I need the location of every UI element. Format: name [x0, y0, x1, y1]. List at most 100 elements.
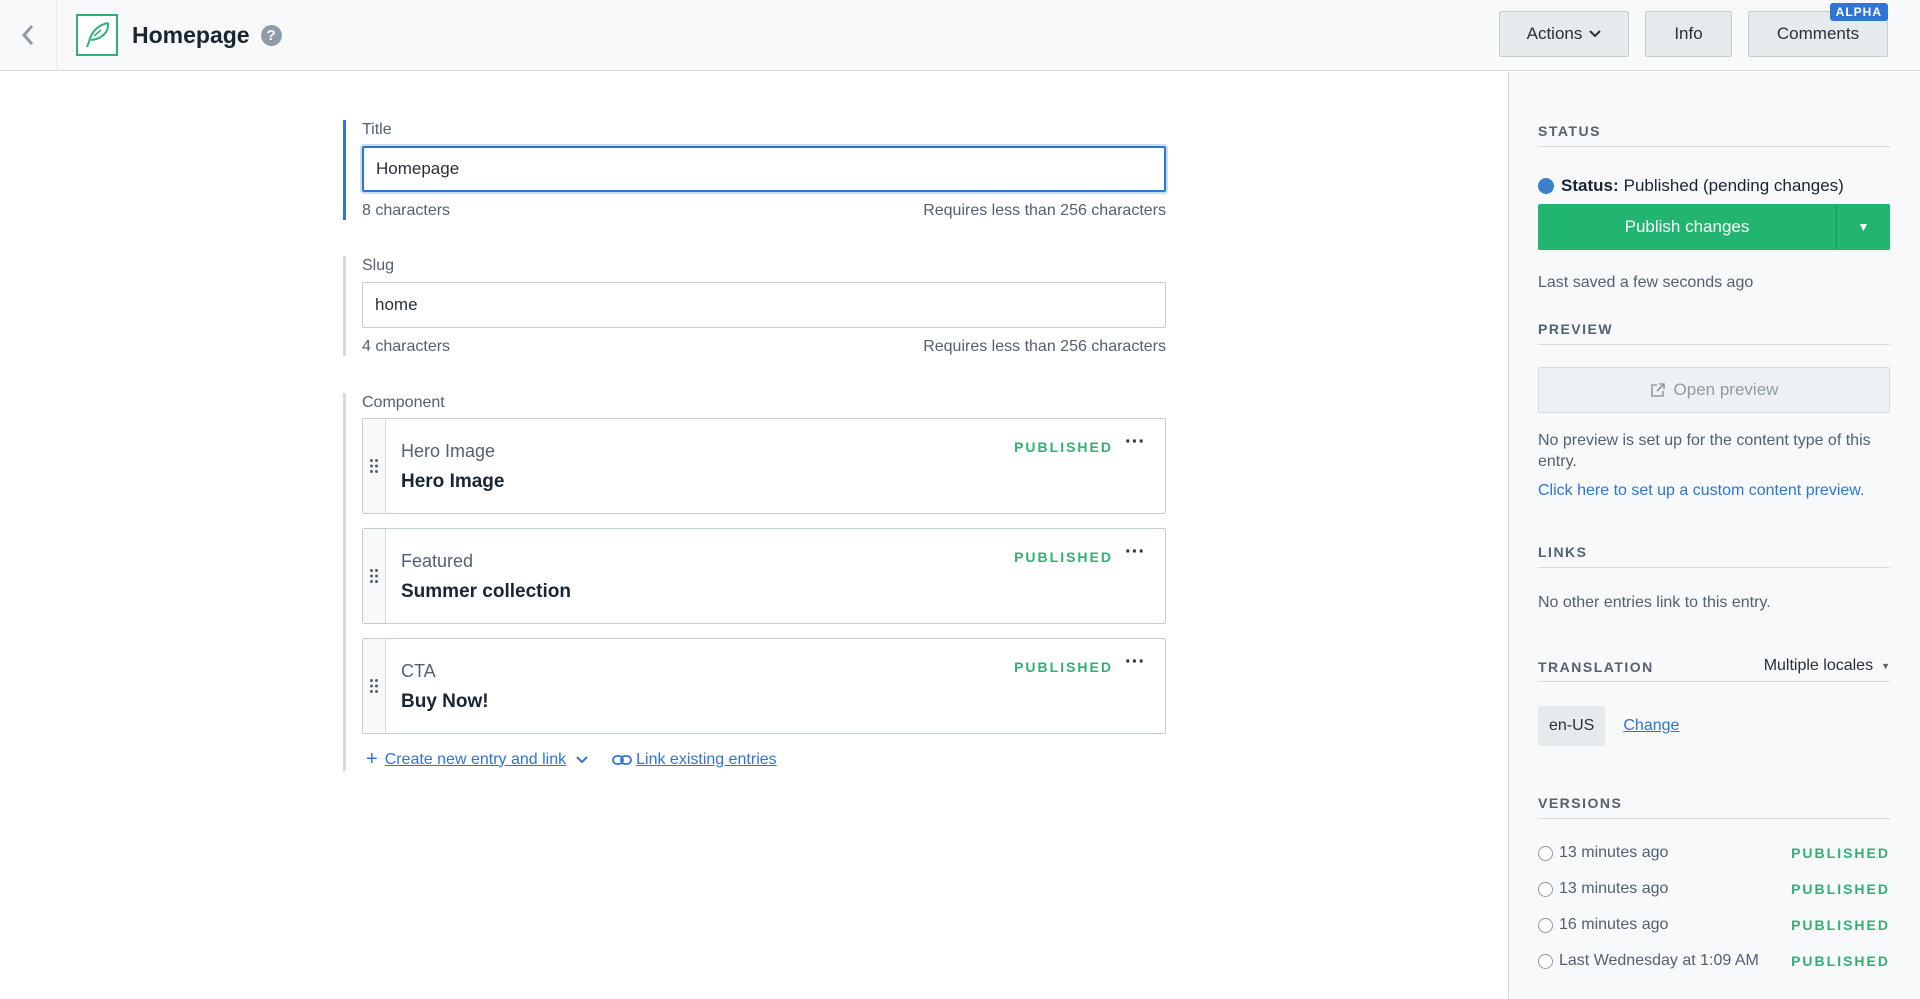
- publish-changes-button[interactable]: Publish changes: [1538, 204, 1836, 250]
- drag-handle-icon[interactable]: [363, 639, 386, 733]
- last-saved-text: Last saved a few seconds ago: [1538, 274, 1754, 291]
- entry-title: Buy Now!: [401, 691, 489, 712]
- entry-status-badge: PUBLISHED: [1014, 439, 1113, 455]
- version-radio[interactable]: [1538, 845, 1553, 861]
- entry-content-type: CTA: [401, 661, 436, 681]
- external-link-icon: [1650, 383, 1665, 397]
- chevron-down-icon: [1589, 30, 1602, 38]
- more-options-icon[interactable]: ···: [1123, 652, 1147, 675]
- entry-content-type: Hero Image: [401, 441, 496, 461]
- version-status: PUBLISHED: [1791, 953, 1890, 969]
- links-heading: LINKS: [1538, 544, 1890, 568]
- drag-handle-icon[interactable]: [363, 419, 386, 513]
- entry-title: Summer collection: [401, 581, 571, 602]
- more-options-icon[interactable]: ···: [1123, 432, 1147, 455]
- caret-down-icon: ▼: [1881, 661, 1890, 671]
- title-field: Title 8 characters Requires less than 25…: [343, 120, 1166, 220]
- drag-handle-icon[interactable]: [363, 529, 386, 623]
- title-input[interactable]: [362, 146, 1166, 192]
- entry-header: Homepage ? Actions Info Comments ALPHA: [0, 0, 1920, 71]
- slug-field-label: Slug: [362, 257, 395, 274]
- version-time: 13 minutes ago: [1559, 844, 1669, 861]
- entry-status-badge: PUBLISHED: [1014, 659, 1113, 675]
- header-actions: Actions Info Comments ALPHA: [1483, 3, 1888, 57]
- locale-row: en-US Change: [1538, 706, 1890, 746]
- chevron-down-icon[interactable]: [576, 755, 588, 764]
- entry-card[interactable]: Featured Summer collection PUBLISHED ···: [362, 528, 1166, 624]
- version-item[interactable]: Last Wednesday at 1:09 AM PUBLISHED: [1538, 943, 1890, 979]
- reference-actions: + Create new entry and link Link existin…: [362, 748, 1166, 771]
- plus-icon: +: [366, 748, 378, 770]
- status-line: Status: Published (pending changes): [1538, 176, 1890, 196]
- back-button[interactable]: [0, 0, 57, 71]
- caret-down-icon: ▼: [1857, 220, 1870, 234]
- version-radio[interactable]: [1538, 917, 1553, 933]
- title-char-limit: Requires less than 256 characters: [923, 202, 1166, 219]
- slug-char-limit: Requires less than 256 characters: [923, 338, 1166, 355]
- links-note: No other entries link to this entry.: [1538, 594, 1771, 611]
- version-item[interactable]: 13 minutes ago PUBLISHED: [1538, 835, 1890, 871]
- entry-feather-icon: [76, 14, 118, 56]
- version-time: 13 minutes ago: [1559, 880, 1669, 897]
- help-icon[interactable]: ?: [260, 24, 282, 46]
- more-options-icon[interactable]: ···: [1123, 542, 1147, 565]
- create-entry-link[interactable]: Create new entry and link: [385, 751, 566, 769]
- component-field-label: Component: [362, 394, 445, 411]
- title-field-help: 8 characters Requires less than 256 char…: [362, 202, 1166, 220]
- entry-title: Hero Image: [401, 471, 505, 492]
- link-existing-entries[interactable]: Link existing entries: [636, 751, 777, 769]
- entry-editor: Title 8 characters Requires less than 25…: [0, 72, 1508, 999]
- slug-input[interactable]: [362, 282, 1166, 328]
- title-char-count: 8 characters: [362, 202, 451, 219]
- back-icon: [21, 25, 34, 45]
- entry-card-body: Hero Image Hero Image PUBLISHED ···: [386, 419, 1165, 513]
- version-status: PUBLISHED: [1791, 881, 1890, 897]
- publish-controls: Publish changes ▼: [1538, 204, 1890, 250]
- info-label: Info: [1674, 24, 1703, 43]
- comments-button[interactable]: Comments ALPHA: [1748, 3, 1888, 57]
- version-item[interactable]: 13 minutes ago PUBLISHED: [1538, 871, 1890, 907]
- link-icon: [612, 754, 633, 765]
- info-button[interactable]: Info: [1645, 11, 1732, 57]
- page-title: Homepage: [132, 21, 250, 48]
- entry-status-badge: PUBLISHED: [1014, 549, 1113, 565]
- status-section: STATUS Status: Published (pending change…: [1538, 123, 1890, 293]
- version-time: 16 minutes ago: [1559, 916, 1669, 933]
- version-radio[interactable]: [1538, 881, 1553, 897]
- slug-field: Slug 4 characters Requires less than 256…: [343, 256, 1166, 356]
- entry-content-type: Featured: [401, 551, 474, 571]
- entry-card-body: Featured Summer collection PUBLISHED ···: [386, 529, 1165, 623]
- preview-note: No preview is set up for the content typ…: [1538, 432, 1871, 470]
- status-value: Published (pending changes): [1623, 176, 1844, 195]
- entry-card[interactable]: Hero Image Hero Image PUBLISHED ···: [362, 418, 1166, 514]
- version-item[interactable]: 16 minutes ago PUBLISHED: [1538, 907, 1890, 943]
- locale-mode-value: Multiple locales: [1763, 657, 1874, 674]
- links-section: LINKS No other entries link to this entr…: [1538, 544, 1890, 613]
- versions-list: 13 minutes ago PUBLISHED 13 minutes ago …: [1538, 835, 1890, 979]
- comments-label: Comments: [1776, 24, 1860, 43]
- title-field-label: Title: [362, 121, 392, 138]
- locale-pill: en-US: [1538, 706, 1606, 746]
- publish-options-button[interactable]: ▼: [1836, 204, 1890, 250]
- versions-heading: VERSIONS: [1538, 795, 1890, 819]
- status-dot-icon: [1538, 178, 1554, 194]
- locale-mode-select[interactable]: Multiple locales ▼: [1764, 657, 1890, 675]
- component-field: Component Hero Image Hero Image PUBLISHE…: [343, 393, 1166, 771]
- open-preview-button[interactable]: Open preview: [1538, 367, 1890, 413]
- translation-section: TRANSLATION Multiple locales ▼ en-US Cha…: [1538, 657, 1890, 746]
- version-status: PUBLISHED: [1791, 845, 1890, 861]
- open-preview-label: Open preview: [1673, 380, 1779, 399]
- entry-card[interactable]: CTA Buy Now! PUBLISHED ···: [362, 638, 1166, 734]
- change-locale-link[interactable]: Change: [1623, 717, 1679, 735]
- entry-card-body: CTA Buy Now! PUBLISHED ···: [386, 639, 1165, 733]
- version-status: PUBLISHED: [1791, 917, 1890, 933]
- setup-preview-link[interactable]: Click here to set up a custom content pr…: [1538, 482, 1890, 500]
- translation-heading-row: TRANSLATION Multiple locales ▼: [1538, 657, 1890, 682]
- alpha-badge: ALPHA: [1829, 3, 1888, 21]
- version-radio[interactable]: [1538, 953, 1553, 969]
- actions-button[interactable]: Actions: [1499, 11, 1629, 57]
- status-heading: STATUS: [1538, 123, 1890, 147]
- version-time: Last Wednesday at 1:09 AM: [1559, 952, 1759, 969]
- preview-section: PREVIEW Open preview No preview is set u…: [1538, 321, 1890, 500]
- preview-heading: PREVIEW: [1538, 321, 1890, 345]
